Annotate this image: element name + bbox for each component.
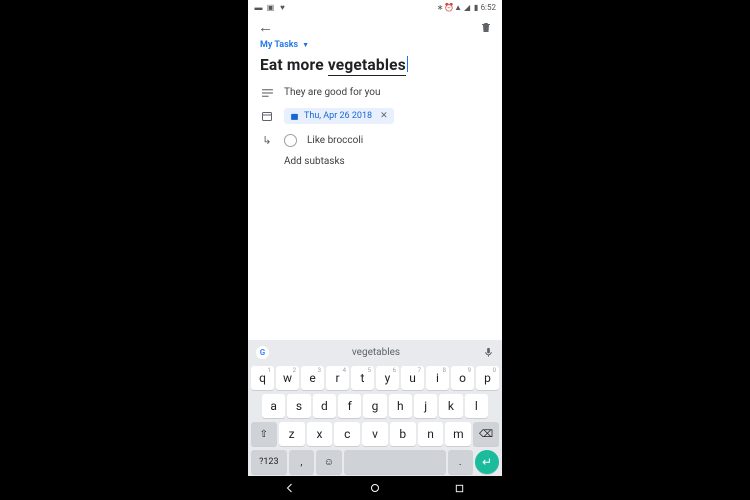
battery-icon: ▮ (472, 3, 481, 12)
status-bar: ▬ ▣ ♥ ∗ ⏰ ▲ ◢ ▮ 6:52 (248, 0, 502, 14)
key-g[interactable]: g (363, 394, 386, 418)
calendar-icon (260, 110, 274, 122)
key-w[interactable]: w2 (276, 366, 299, 390)
key-n[interactable]: n (418, 422, 444, 446)
keyboard: G vegetables q1w2e3r4t5y6u7i8o9p0 asdfgh… (248, 340, 502, 476)
task-title-input[interactable]: Eat more vegetables (248, 54, 502, 82)
suggestion-word[interactable]: vegetables (269, 347, 483, 358)
google-icon[interactable]: G (256, 346, 269, 359)
date-row: Thu, Apr 26 2018 ✕ (248, 103, 502, 129)
subtask-row: ↳ Like broccoli (248, 129, 502, 152)
emoji-key[interactable]: ☺ (316, 450, 341, 474)
notif-icon: ▣ (266, 3, 275, 12)
key-c[interactable]: c (334, 422, 360, 446)
list-selector[interactable]: My Tasks ▼ (248, 40, 502, 54)
key-d[interactable]: d (313, 394, 336, 418)
date-chip-label: Thu, Apr 26 2018 (304, 111, 372, 121)
app-bar: ← (248, 14, 502, 40)
key-z[interactable]: z (279, 422, 305, 446)
details-row[interactable]: They are good for you (248, 82, 502, 103)
android-nav-bar (248, 476, 502, 500)
notes-icon (260, 88, 274, 98)
nav-back-icon[interactable] (283, 481, 297, 495)
chevron-down-icon: ▼ (302, 41, 309, 49)
key-a[interactable]: a (262, 394, 285, 418)
key-l[interactable]: l (465, 394, 488, 418)
key-m[interactable]: m (445, 422, 471, 446)
period-key[interactable]: . (448, 450, 473, 474)
subtask-arrow-icon: ↳ (260, 134, 274, 147)
details-text: They are good for you (284, 87, 381, 98)
delete-icon[interactable] (480, 21, 492, 34)
key-t[interactable]: t5 (351, 366, 374, 390)
key-k[interactable]: k (439, 394, 462, 418)
wifi-icon: ▲ (454, 3, 463, 12)
key-b[interactable]: b (390, 422, 416, 446)
text-cursor (407, 56, 408, 72)
key-e[interactable]: e3 (301, 366, 324, 390)
key-i[interactable]: i8 (426, 366, 449, 390)
heart-icon: ♥ (278, 3, 287, 12)
close-icon[interactable]: ✕ (377, 111, 388, 121)
list-selector-label: My Tasks (260, 40, 298, 50)
signal-icon: ◢ (463, 3, 472, 12)
key-s[interactable]: s (287, 394, 310, 418)
nav-home-icon[interactable] (368, 481, 382, 495)
calendar-icon (290, 112, 299, 121)
symbols-key[interactable]: ?123 (251, 450, 287, 474)
key-v[interactable]: v (362, 422, 388, 446)
key-x[interactable]: x (307, 422, 333, 446)
notif-icon: ▬ (254, 3, 263, 12)
phone-frame: ▬ ▣ ♥ ∗ ⏰ ▲ ◢ ▮ 6:52 ← My Tasks ▼ Eat mo… (248, 0, 502, 500)
key-y[interactable]: y6 (376, 366, 399, 390)
subtask-label[interactable]: Like broccoli (307, 135, 363, 146)
key-o[interactable]: o9 (451, 366, 474, 390)
key-u[interactable]: u7 (401, 366, 424, 390)
alarm-icon: ⏰ (445, 3, 454, 12)
key-j[interactable]: j (414, 394, 437, 418)
date-chip[interactable]: Thu, Apr 26 2018 ✕ (284, 108, 394, 124)
add-subtasks-button[interactable]: Add subtasks (248, 152, 502, 167)
shift-key[interactable]: ⇧ (251, 422, 277, 446)
status-time: 6:52 (481, 3, 496, 12)
key-r[interactable]: r4 (326, 366, 349, 390)
key-h[interactable]: h (389, 394, 412, 418)
nav-recent-icon[interactable] (453, 481, 467, 495)
enter-key[interactable]: ↵ (475, 450, 499, 474)
comma-key[interactable]: , (289, 450, 314, 474)
back-icon[interactable]: ← (258, 20, 273, 35)
key-p[interactable]: p0 (476, 366, 499, 390)
subtask-checkbox[interactable] (284, 134, 297, 147)
key-f[interactable]: f (338, 394, 361, 418)
mic-icon[interactable] (483, 346, 494, 359)
key-q[interactable]: q1 (251, 366, 274, 390)
space-key[interactable] (344, 450, 446, 474)
suggestion-bar: G vegetables (248, 340, 502, 364)
backspace-key[interactable]: ⌫ (473, 422, 499, 446)
